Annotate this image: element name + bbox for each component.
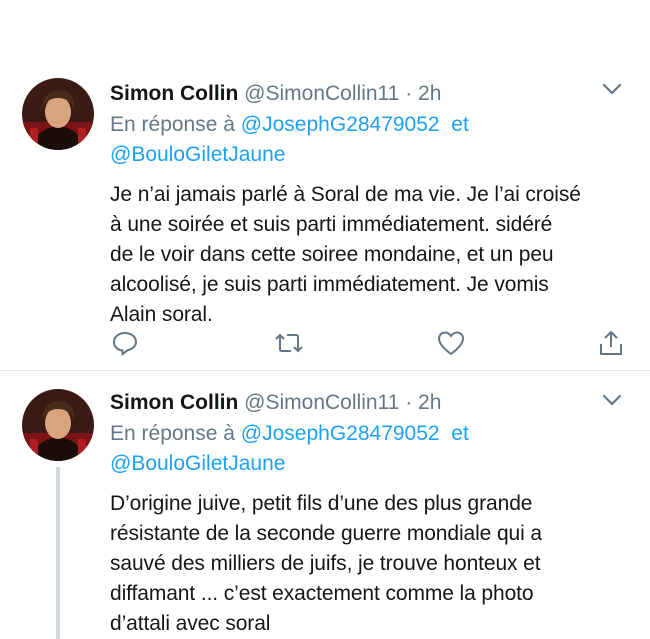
mention-link[interactable]: @BouloGiletJaune — [110, 143, 285, 166]
author-handle[interactable]: @SimonCollin11 — [244, 391, 399, 414]
author-name[interactable]: Simon Collin — [110, 391, 238, 414]
separator-dot: · — [405, 391, 413, 414]
tweet[interactable]: Simon Collin @SimonCollin11 · 2h En répo… — [0, 58, 650, 371]
timestamp[interactable]: 2h — [418, 82, 441, 105]
reply-prefix: En réponse à — [110, 113, 235, 136]
timestamp[interactable]: 2h — [418, 391, 441, 414]
tweet[interactable]: Simon Collin @SimonCollin11 · 2h En répo… — [0, 371, 650, 639]
reply-prefix: En réponse à — [110, 422, 235, 445]
reply-connector: et — [451, 422, 469, 445]
reply-icon[interactable] — [110, 328, 140, 358]
tweet-text: Je n’ai jamais parlé à Soral de ma vie. … — [110, 183, 581, 326]
tweet-actions — [110, 328, 628, 358]
chevron-down-icon[interactable] — [602, 393, 622, 407]
retweet-icon[interactable] — [274, 328, 304, 358]
heart-icon[interactable] — [436, 328, 466, 358]
share-icon[interactable] — [596, 328, 626, 358]
tweet-header: Simon Collin @SimonCollin11 · 2h — [110, 78, 630, 110]
reply-context: En réponse à @JosephG28479052 et @BouloG… — [110, 110, 630, 170]
reply-context: En réponse à @JosephG28479052 et @BouloG… — [110, 419, 630, 479]
mention-link[interactable]: @BouloGiletJaune — [110, 452, 285, 475]
author-handle[interactable]: @SimonCollin11 — [244, 82, 399, 105]
reply-connector: et — [451, 113, 469, 136]
separator-dot: · — [405, 82, 413, 105]
avatar[interactable] — [22, 78, 94, 150]
thread-line — [56, 467, 60, 639]
mention-link[interactable]: @JosephG28479052 — [241, 113, 440, 136]
tweet-text: D’origine juive, petit fils d’une des pl… — [110, 492, 543, 635]
chevron-down-icon[interactable] — [602, 82, 622, 96]
mention-link[interactable]: @JosephG28479052 — [241, 422, 440, 445]
avatar[interactable] — [22, 389, 94, 461]
tweet-header: Simon Collin @SimonCollin11 · 2h — [110, 387, 630, 419]
author-name[interactable]: Simon Collin — [110, 82, 238, 105]
